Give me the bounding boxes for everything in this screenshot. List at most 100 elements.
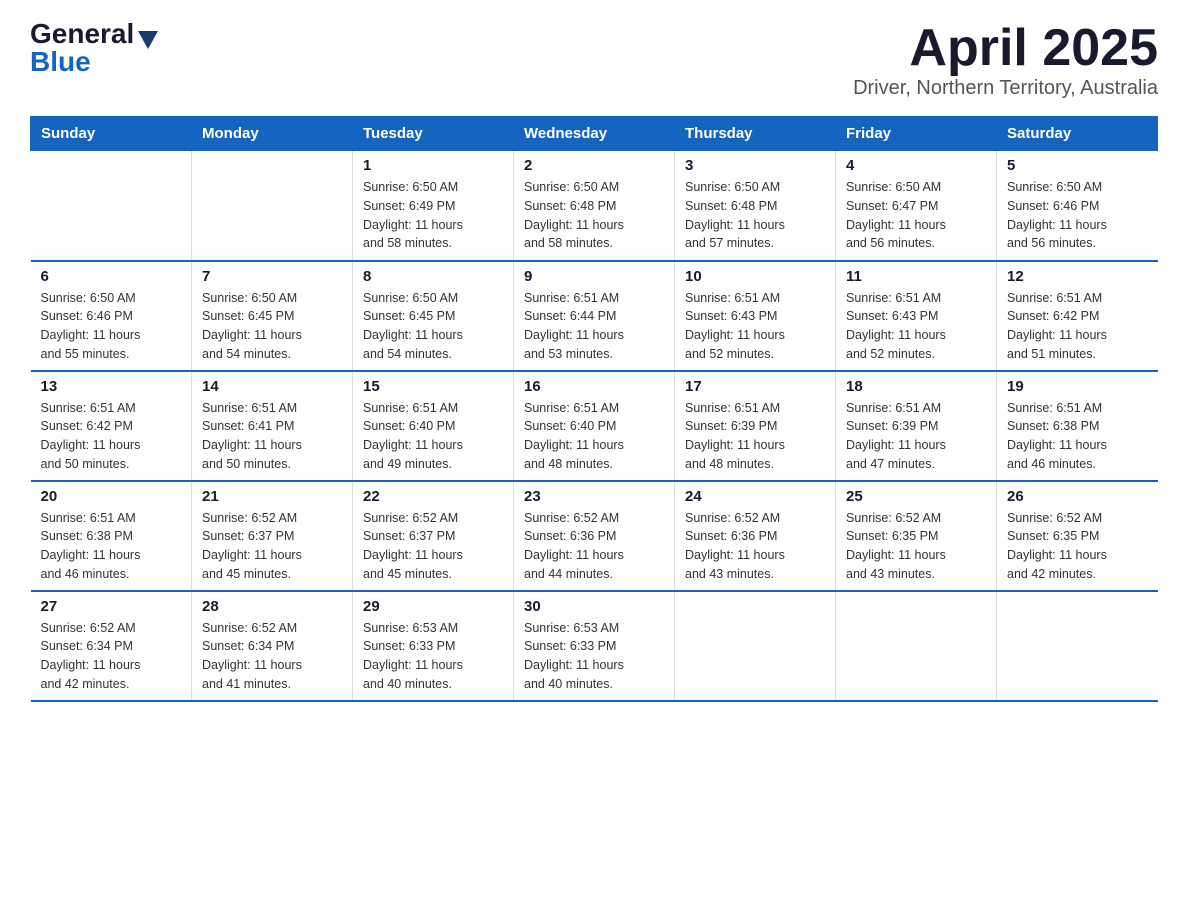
table-row [675,591,836,701]
day-info: Sunrise: 6:52 AM Sunset: 6:35 PM Dayligh… [846,509,986,584]
day-info: Sunrise: 6:51 AM Sunset: 6:38 PM Dayligh… [41,509,182,584]
page-header: General Blue April 2025 Driver, Northern… [30,20,1158,100]
calendar-table: Sunday Monday Tuesday Wednesday Thursday… [30,116,1158,702]
day-info: Sunrise: 6:51 AM Sunset: 6:39 PM Dayligh… [685,399,825,474]
col-sunday: Sunday [31,117,192,151]
day-number: 19 [1007,378,1148,395]
day-number: 25 [846,488,986,505]
day-info: Sunrise: 6:53 AM Sunset: 6:33 PM Dayligh… [524,619,664,694]
table-row: 24Sunrise: 6:52 AM Sunset: 6:36 PM Dayli… [675,481,836,591]
calendar-week-row: 1 Sunrise: 6:50 AM Sunset: 6:49 PM Daylig… [31,151,1158,261]
day-info: Sunrise: 6:51 AM Sunset: 6:44 PM Dayligh… [524,289,664,364]
day-info: Sunrise: 6:51 AM Sunset: 6:39 PM Dayligh… [846,399,986,474]
table-row [31,151,192,261]
day-number: 5 [1007,157,1148,174]
table-row [997,591,1158,701]
calendar-week-row: 27 Sunrise: 6:52 AM Sunset: 6:34 PM Dayli… [31,591,1158,701]
table-row: 18 Sunrise: 6:51 AM Sunset: 6:39 PM Dayli… [836,371,997,481]
table-row: 12 Sunrise: 6:51 AM Sunset: 6:42 PM Dayli… [997,261,1158,371]
day-info: Sunrise: 6:51 AM Sunset: 6:40 PM Dayligh… [363,399,503,474]
day-info: Sunrise: 6:53 AM Sunset: 6:33 PM Dayligh… [363,619,503,694]
day-info: Sunrise: 6:52 AM Sunset: 6:34 PM Dayligh… [41,619,182,694]
table-row: 5 Sunrise: 6:50 AM Sunset: 6:46 PM Daylig… [997,151,1158,261]
day-info: Sunrise: 6:50 AM Sunset: 6:48 PM Dayligh… [524,178,664,253]
calendar-week-row: 13 Sunrise: 6:51 AM Sunset: 6:42 PM Dayli… [31,371,1158,481]
day-info: Sunrise: 6:50 AM Sunset: 6:46 PM Dayligh… [41,289,182,364]
col-tuesday: Tuesday [353,117,514,151]
title-block: April 2025 Driver, Northern Territory, A… [853,20,1158,100]
logo-blue-text: Blue [30,48,91,76]
day-number: 16 [524,378,664,395]
col-wednesday: Wednesday [514,117,675,151]
day-number: 1 [363,157,503,174]
day-info: Sunrise: 6:50 AM Sunset: 6:45 PM Dayligh… [363,289,503,364]
day-info: Sunrise: 6:51 AM Sunset: 6:41 PM Dayligh… [202,399,342,474]
logo-triangle-icon [138,31,158,49]
table-row: 21Sunrise: 6:52 AM Sunset: 6:37 PM Dayli… [192,481,353,591]
day-number: 15 [363,378,503,395]
day-number: 10 [685,268,825,285]
table-row: 8 Sunrise: 6:50 AM Sunset: 6:45 PM Daylig… [353,261,514,371]
table-row: 11Sunrise: 6:51 AM Sunset: 6:43 PM Dayli… [836,261,997,371]
col-saturday: Saturday [997,117,1158,151]
day-number: 30 [524,598,664,615]
day-number: 7 [202,268,342,285]
table-row: 23Sunrise: 6:52 AM Sunset: 6:36 PM Dayli… [514,481,675,591]
table-row: 30 Sunrise: 6:53 AM Sunset: 6:33 PM Dayli… [514,591,675,701]
day-info: Sunrise: 6:51 AM Sunset: 6:42 PM Dayligh… [41,399,182,474]
table-row: 14 Sunrise: 6:51 AM Sunset: 6:41 PM Dayli… [192,371,353,481]
table-row: 29 Sunrise: 6:53 AM Sunset: 6:33 PM Dayli… [353,591,514,701]
day-info: Sunrise: 6:52 AM Sunset: 6:36 PM Dayligh… [685,509,825,584]
day-number: 2 [524,157,664,174]
day-number: 18 [846,378,986,395]
col-thursday: Thursday [675,117,836,151]
table-row: 7 Sunrise: 6:50 AM Sunset: 6:45 PM Daylig… [192,261,353,371]
col-monday: Monday [192,117,353,151]
day-info: Sunrise: 6:50 AM Sunset: 6:45 PM Dayligh… [202,289,342,364]
day-info: Sunrise: 6:51 AM Sunset: 6:40 PM Dayligh… [524,399,664,474]
day-number: 13 [41,378,182,395]
day-number: 6 [41,268,182,285]
table-row: 2 Sunrise: 6:50 AM Sunset: 6:48 PM Daylig… [514,151,675,261]
day-info: Sunrise: 6:50 AM Sunset: 6:49 PM Dayligh… [363,178,503,253]
day-number: 27 [41,598,182,615]
table-row: 27 Sunrise: 6:52 AM Sunset: 6:34 PM Dayli… [31,591,192,701]
day-info: Sunrise: 6:52 AM Sunset: 6:35 PM Dayligh… [1007,509,1148,584]
table-row [192,151,353,261]
day-number: 29 [363,598,503,615]
calendar-header-row: Sunday Monday Tuesday Wednesday Thursday… [31,117,1158,151]
day-info: Sunrise: 6:51 AM Sunset: 6:38 PM Dayligh… [1007,399,1148,474]
table-row [836,591,997,701]
calendar-week-row: 20Sunrise: 6:51 AM Sunset: 6:38 PM Dayli… [31,481,1158,591]
page-title: April 2025 [853,20,1158,77]
day-number: 17 [685,378,825,395]
day-info: Sunrise: 6:52 AM Sunset: 6:37 PM Dayligh… [202,509,342,584]
table-row: 15 Sunrise: 6:51 AM Sunset: 6:40 PM Dayli… [353,371,514,481]
table-row: 22 Sunrise: 6:52 AM Sunset: 6:37 PM Dayli… [353,481,514,591]
day-number: 14 [202,378,342,395]
table-row: 25 Sunrise: 6:52 AM Sunset: 6:35 PM Dayli… [836,481,997,591]
day-info: Sunrise: 6:50 AM Sunset: 6:47 PM Dayligh… [846,178,986,253]
table-row: 28Sunrise: 6:52 AM Sunset: 6:34 PM Dayli… [192,591,353,701]
day-info: Sunrise: 6:51 AM Sunset: 6:42 PM Dayligh… [1007,289,1148,364]
day-info: Sunrise: 6:50 AM Sunset: 6:46 PM Dayligh… [1007,178,1148,253]
table-row: 20Sunrise: 6:51 AM Sunset: 6:38 PM Dayli… [31,481,192,591]
calendar-week-row: 6 Sunrise: 6:50 AM Sunset: 6:46 PM Daylig… [31,261,1158,371]
page-subtitle: Driver, Northern Territory, Australia [853,77,1158,100]
table-row: 1 Sunrise: 6:50 AM Sunset: 6:49 PM Daylig… [353,151,514,261]
day-number: 8 [363,268,503,285]
table-row: 3Sunrise: 6:50 AM Sunset: 6:48 PM Daylig… [675,151,836,261]
day-number: 9 [524,268,664,285]
table-row: 10Sunrise: 6:51 AM Sunset: 6:43 PM Dayli… [675,261,836,371]
day-info: Sunrise: 6:50 AM Sunset: 6:48 PM Dayligh… [685,178,825,253]
day-number: 23 [524,488,664,505]
day-number: 22 [363,488,503,505]
table-row: 16 Sunrise: 6:51 AM Sunset: 6:40 PM Dayli… [514,371,675,481]
day-number: 26 [1007,488,1148,505]
col-friday: Friday [836,117,997,151]
logo: General Blue [30,20,158,76]
day-info: Sunrise: 6:52 AM Sunset: 6:34 PM Dayligh… [202,619,342,694]
day-number: 12 [1007,268,1148,285]
day-info: Sunrise: 6:52 AM Sunset: 6:37 PM Dayligh… [363,509,503,584]
day-number: 11 [846,268,986,285]
